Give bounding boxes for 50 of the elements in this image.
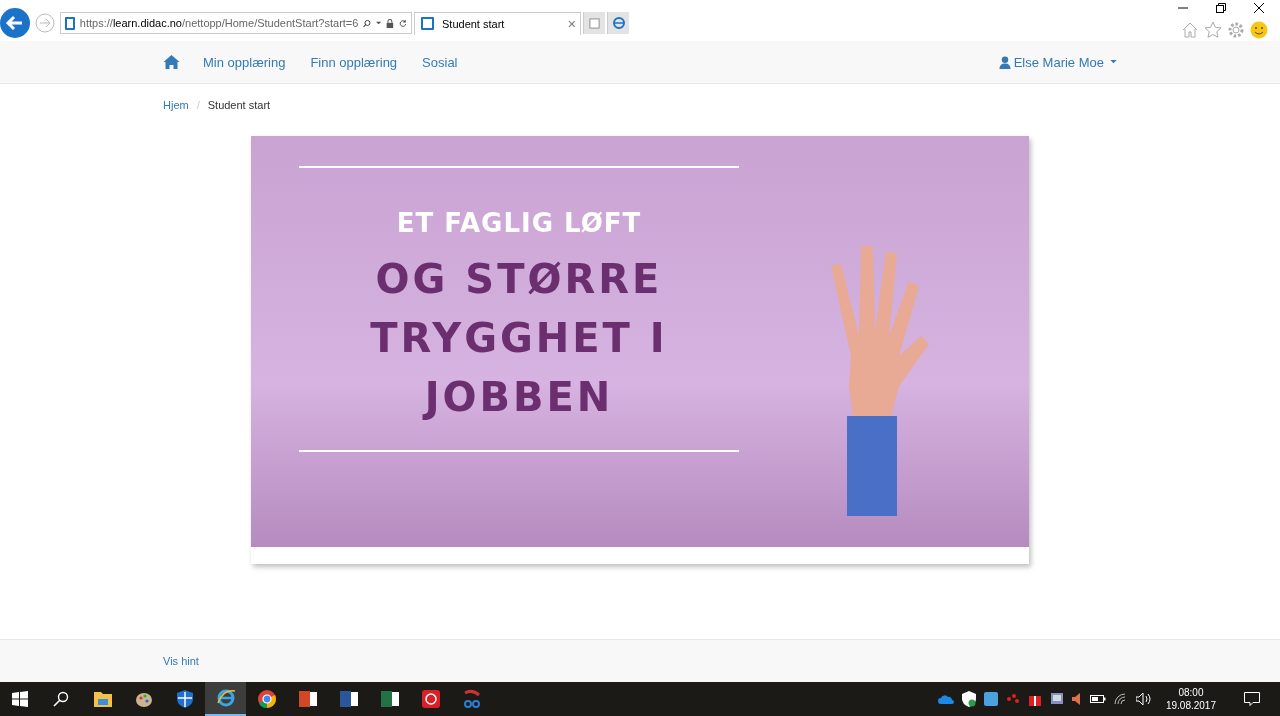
address-bar[interactable]: https://learn.didac.no/nettopp/Home/StudentStart?start=6 [60,12,412,34]
breadcrumb-separator: / [196,99,200,111]
close-icon[interactable] [1254,3,1264,13]
star-icon[interactable] [1204,21,1222,39]
wifi-icon[interactable] [1113,693,1128,705]
muted-speaker-icon[interactable] [1071,692,1082,706]
app-tray-icon[interactable] [983,692,998,706]
folder-icon [92,689,113,709]
start-icon[interactable] [12,691,28,707]
time-text: 08:00 [1178,686,1204,699]
new-tab-icon [589,17,600,29]
site-favicon-icon [65,16,75,30]
battery-icon[interactable] [1089,694,1106,704]
site-favicon-icon [421,17,434,30]
user-menu[interactable]: Else Marie Moe [1013,54,1104,70]
smiley-icon[interactable] [1250,21,1268,39]
show-hint-link[interactable]: Vis hint [163,655,199,667]
cloud-icon[interactable] [937,694,954,704]
chrome-icon [256,689,277,709]
banner-headline: OG STØRRE TRYGGHET I JOBBEN [370,255,668,422]
lock-icon [386,16,395,30]
shield-check-icon[interactable] [961,691,976,707]
word-app-icon [338,689,359,709]
breadcrumb-current: Student start [207,99,271,111]
browser-icon [215,688,236,708]
date-text: 19.08.2017 [1165,699,1216,712]
search-icon[interactable] [53,691,69,707]
nav-link[interactable]: Min opplæring [203,54,286,70]
restore-icon[interactable] [1216,3,1226,13]
browser-logo-button[interactable] [607,12,629,34]
nav-link[interactable]: Sosial [422,54,458,70]
back-icon[interactable] [0,8,30,38]
clock[interactable]: 08:00 19.08.2017 [1165,686,1216,712]
home-icon[interactable] [163,54,180,70]
speaker-icon[interactable] [1135,692,1152,706]
monitor-icon[interactable] [1049,692,1064,706]
shield-icon [174,689,195,709]
nav-link[interactable]: Finn opplæring [310,54,398,70]
user-icon [998,55,1011,69]
breadcrumb-link[interactable]: Hjem [163,99,189,111]
spreadsheet-app-icon [379,689,400,709]
browser-tab[interactable]: Student start × [414,11,581,35]
dropdown-caret-icon[interactable] [376,19,382,27]
notification-icon[interactable] [1244,692,1260,706]
banner-kicker: ET FAGLIG LØFT [396,208,642,238]
caret-icon[interactable] [1110,60,1117,64]
tab-close-button[interactable]: × [567,15,576,32]
dots-icon[interactable] [1005,693,1020,705]
presentation-app-icon [297,689,318,709]
browser-logo-icon [612,17,625,29]
